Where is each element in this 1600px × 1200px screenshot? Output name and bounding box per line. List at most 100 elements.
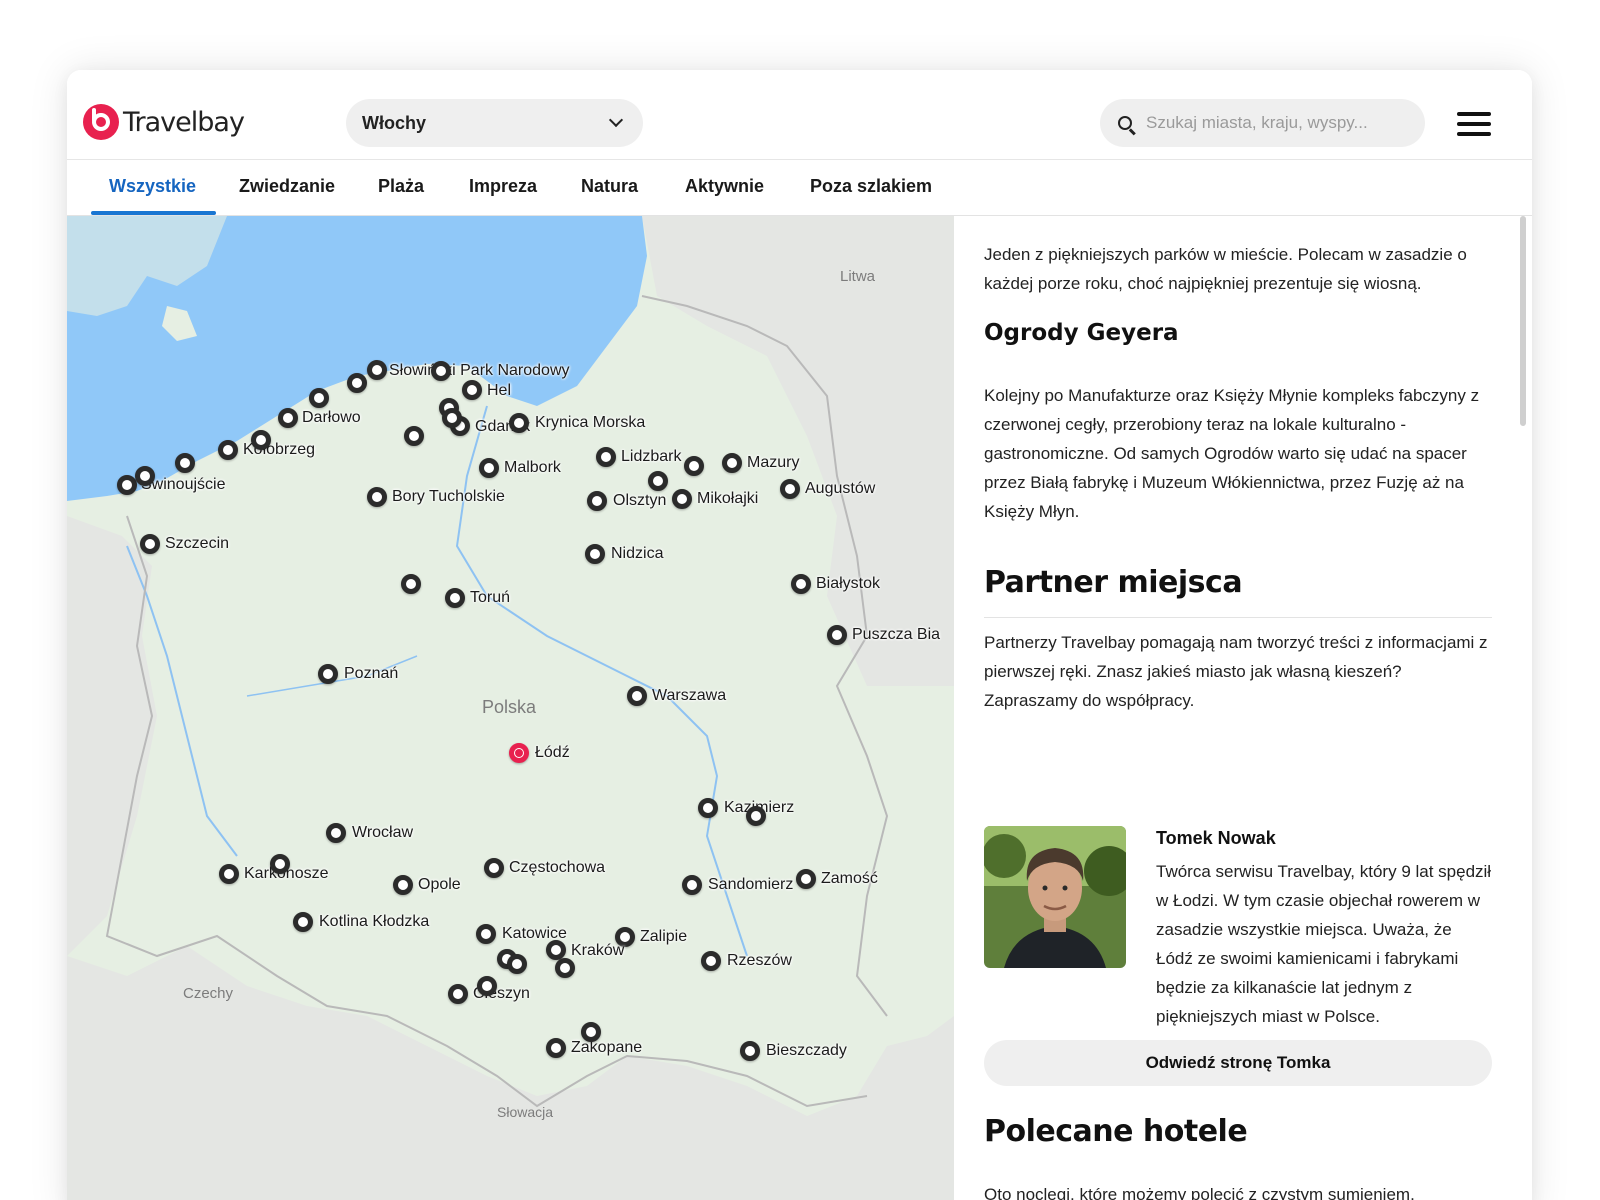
map-pin-label: Sandomierz — [708, 876, 794, 893]
place-description: Kolejny po Manufakturze oraz Księży Młyn… — [984, 386, 1480, 521]
map-pin[interactable] — [462, 380, 482, 400]
map-pin[interactable] — [404, 426, 424, 446]
map-pin-label: Zalipie — [640, 928, 688, 945]
map-pin-label: Zamość — [821, 870, 878, 887]
category-tabs: Wszystkie Zwiedzanie Plaża Impreza Natur… — [67, 160, 1532, 216]
map-pin[interactable] — [442, 408, 462, 428]
map-pin[interactable] — [476, 924, 496, 944]
map-pin[interactable] — [393, 875, 413, 895]
map-pin-label: Warszawa — [652, 687, 727, 704]
map-pin[interactable] — [682, 875, 702, 895]
tab-impreza[interactable]: Impreza — [469, 176, 537, 197]
tab-natura[interactable]: Natura — [581, 176, 638, 197]
map-pin[interactable] — [780, 479, 800, 499]
map-pin[interactable] — [278, 408, 298, 428]
hamburger-menu-icon[interactable] — [1457, 112, 1491, 136]
map-pin[interactable] — [746, 806, 766, 826]
scrollbar[interactable] — [1520, 216, 1526, 426]
map-pin[interactable] — [367, 487, 387, 507]
map-pin-label: Kraków — [571, 942, 625, 959]
map-pin[interactable] — [827, 625, 847, 645]
partner-bio: Twórca serwisu Travelbay, który 9 lat sp… — [1156, 862, 1492, 1026]
map-pin-label: Mazury — [747, 454, 800, 471]
map-pin[interactable] — [587, 491, 607, 511]
map-pin[interactable] — [791, 574, 811, 594]
map-pin-label: Augustów — [805, 480, 876, 497]
map-pin[interactable] — [698, 798, 718, 818]
map-pin-label: Olsztyn — [613, 492, 667, 509]
map-pin-label: Toruń — [470, 589, 511, 606]
tab-poza-szlakiem[interactable]: Poza szlakiem — [810, 176, 932, 197]
map-pin[interactable] — [309, 388, 329, 408]
map-pin[interactable] — [218, 440, 238, 460]
place-title: Ogrody Geyera — [984, 320, 1179, 346]
logo[interactable]: Travelbay — [83, 104, 245, 140]
map-pin[interactable] — [477, 976, 497, 996]
partner-description: Partnerzy Travelbay pomagają nam tworzyć… — [984, 633, 1488, 710]
map-pin-label: Kotlina Kłodzka — [319, 913, 430, 930]
map-pin-label: Zakopane — [571, 1039, 643, 1056]
map-pin[interactable] — [445, 588, 465, 608]
map-pin[interactable] — [479, 458, 499, 478]
map-pin[interactable] — [318, 664, 338, 684]
map-pin[interactable] — [596, 447, 616, 467]
map-pin[interactable] — [627, 686, 647, 706]
chevron-down-icon — [608, 112, 624, 128]
map-pin[interactable] — [117, 475, 137, 495]
intro-text: Jeden z piękniejszych parków w mieście. … — [984, 245, 1467, 293]
country-select[interactable]: Włochy — [346, 99, 643, 147]
map-pin-label: Poznań — [344, 665, 399, 682]
map-pin[interactable] — [509, 413, 529, 433]
map-pin[interactable] — [796, 869, 816, 889]
map-pin[interactable] — [219, 864, 239, 884]
map-pin[interactable] — [251, 430, 271, 450]
map-pin[interactable] — [555, 958, 575, 978]
map-pin[interactable] — [648, 471, 668, 491]
map-pin[interactable] — [507, 954, 527, 974]
map-pin[interactable] — [546, 940, 566, 960]
map-pin[interactable] — [740, 1041, 760, 1061]
map-pin-label: Hel — [487, 382, 512, 399]
tab-zwiedzanie[interactable]: Zwiedzanie — [239, 176, 335, 197]
map-pin[interactable] — [684, 456, 704, 476]
map-pin[interactable] — [347, 373, 367, 393]
map-label-polska: Polska — [482, 697, 537, 717]
hotels-heading: Polecane hotele — [984, 1114, 1248, 1149]
tab-wszystkie[interactable]: Wszystkie — [109, 176, 196, 197]
map-pin[interactable] — [581, 1022, 601, 1042]
map-pin[interactable] — [367, 360, 387, 380]
map-pin[interactable] — [140, 534, 160, 554]
map-pin[interactable] — [672, 489, 692, 509]
map-pin[interactable] — [484, 858, 504, 878]
tab-aktywnie[interactable]: Aktywnie — [685, 176, 764, 197]
map-pin-label: Szczecin — [165, 535, 230, 552]
app-window: Travelbay Włochy Wszystkie Zwiedzanie Pl… — [67, 70, 1532, 1200]
map-pin[interactable] — [175, 453, 195, 473]
map-pin[interactable] — [326, 823, 346, 843]
search-input[interactable] — [1146, 113, 1406, 133]
map-pin[interactable] — [585, 544, 605, 564]
map-pin[interactable] — [546, 1038, 566, 1058]
avatar — [984, 826, 1126, 968]
map-pin-label: Puszcza Bia — [852, 626, 941, 643]
map-pin-label: Darłowo — [302, 409, 361, 426]
map-pin[interactable] — [722, 453, 742, 473]
map-pin-label: Bieszczady — [766, 1042, 847, 1059]
map-pin-label: Rzeszów — [727, 952, 792, 969]
partner-heading: Partner miejsca — [984, 565, 1243, 600]
search-box[interactable] — [1100, 99, 1425, 147]
map-pin[interactable] — [293, 912, 313, 932]
map-pin-selected[interactable] — [509, 743, 529, 763]
map-pin[interactable] — [401, 574, 421, 594]
map-pin-label: Wrocław — [352, 824, 414, 841]
map-pin[interactable] — [270, 854, 290, 874]
map[interactable]: Litwa Polska Czechy Słowacja Słowiński P… — [67, 216, 954, 1200]
map-pin[interactable] — [701, 951, 721, 971]
map-pin[interactable] — [431, 361, 451, 381]
visit-partner-button[interactable]: Odwiedź stronę Tomka — [984, 1040, 1492, 1086]
country-select-value: Włochy — [362, 112, 427, 133]
map-pin[interactable] — [448, 984, 468, 1004]
tab-plaza[interactable]: Plaża — [378, 176, 424, 197]
section-divider — [984, 617, 1492, 618]
map-pin[interactable] — [135, 466, 155, 486]
